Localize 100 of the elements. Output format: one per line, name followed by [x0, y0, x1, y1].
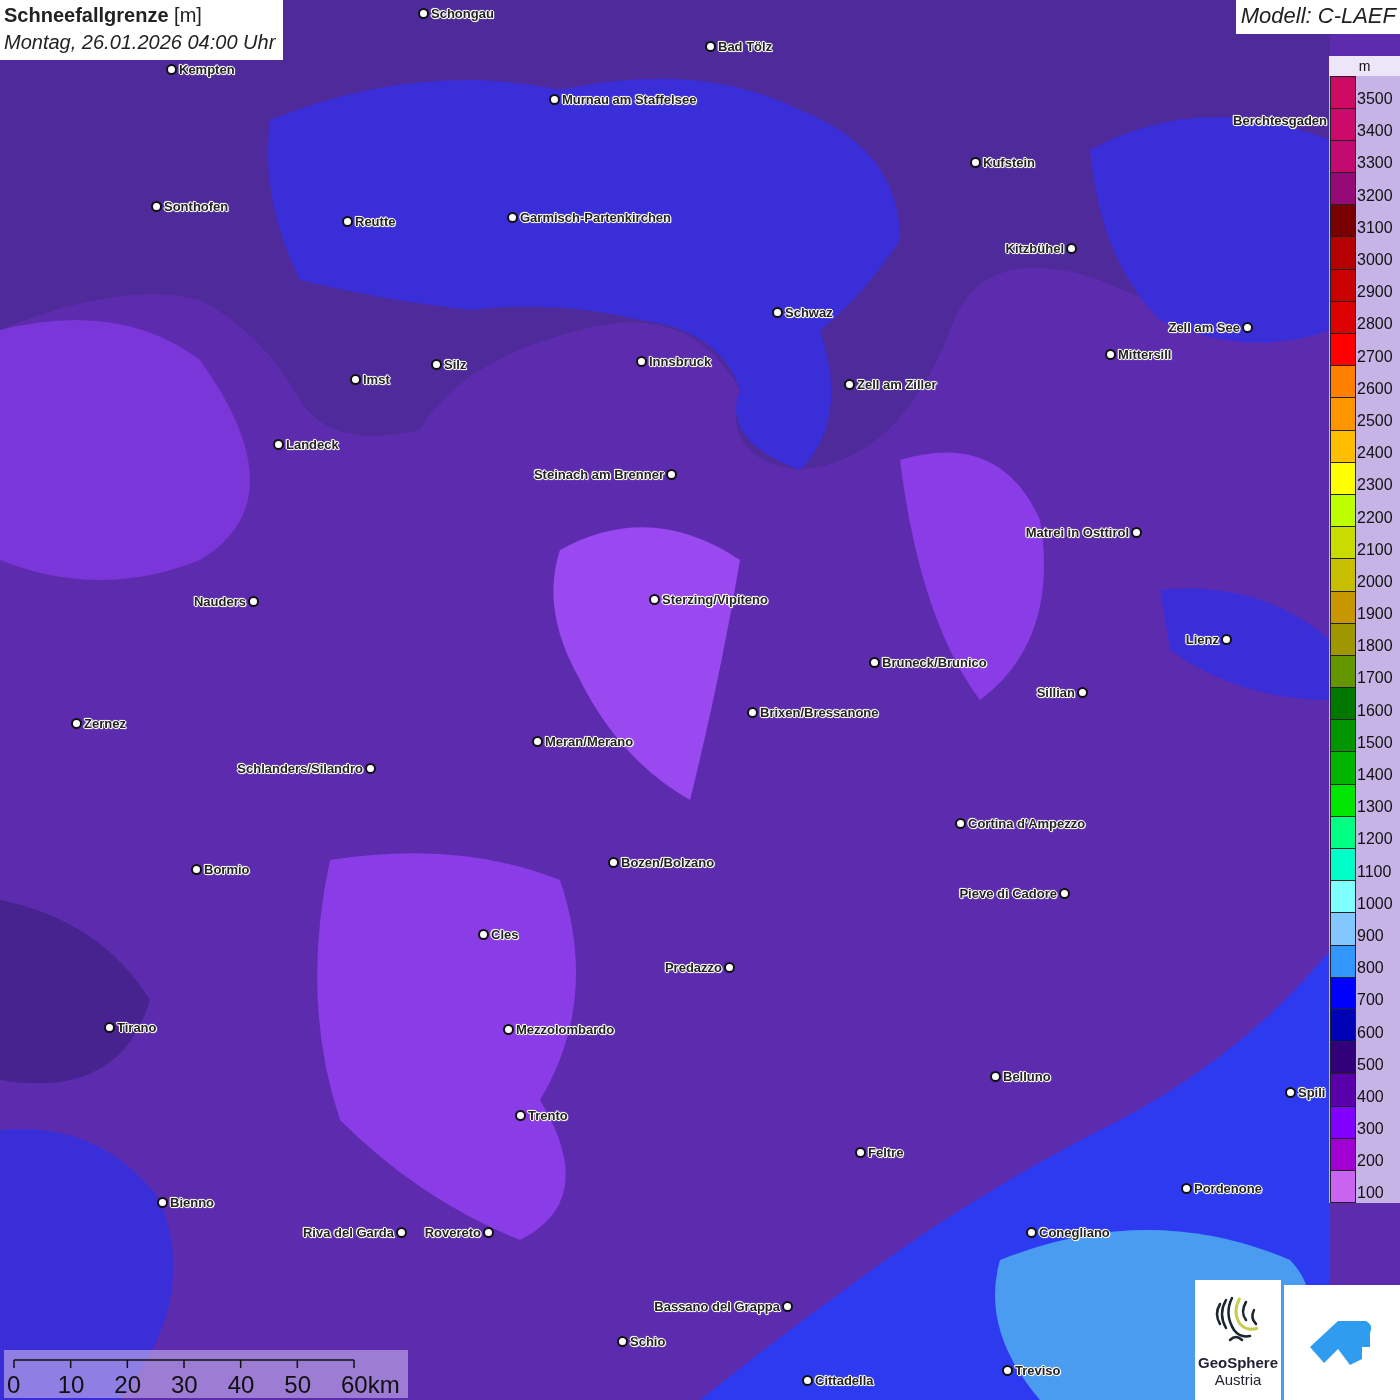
city-label: Sillian [1036, 684, 1075, 700]
city-marker [970, 156, 981, 168]
city-marker [365, 762, 376, 774]
legend-value: 1000 [1357, 894, 1393, 913]
map-title: Schneefallgrenze [m] [4, 3, 203, 28]
scale-label: 50 [284, 1372, 312, 1398]
city-label: Kufstein [983, 154, 1035, 170]
city-label: Zernez [84, 715, 126, 731]
city-marker [1181, 1182, 1192, 1194]
city-marker [1242, 321, 1253, 333]
legend-value: 400 [1357, 1087, 1384, 1106]
logo-subtitle: Austria [1214, 1371, 1262, 1388]
city-marker [1026, 1226, 1037, 1238]
city-marker [478, 928, 489, 940]
city-label: Belluno [1003, 1068, 1051, 1084]
legend-value: 800 [1357, 959, 1384, 978]
city-label: Conegliano [1039, 1224, 1110, 1240]
city-marker [157, 1196, 168, 1208]
legend-value: 3100 [1357, 218, 1393, 237]
city-label: Lienz [1185, 631, 1219, 647]
city-marker [151, 200, 162, 212]
legend-value: 1700 [1357, 669, 1393, 688]
model-label: Modell: C-LAEF [1240, 3, 1396, 28]
city-marker [431, 358, 442, 370]
legend-value: 500 [1357, 1055, 1384, 1074]
city-label: Imst [363, 371, 390, 387]
city-marker [802, 1374, 813, 1386]
city-label: Mittersill [1118, 346, 1172, 362]
city-marker [955, 817, 966, 829]
city-marker [350, 373, 361, 385]
city-marker [636, 355, 647, 367]
legend-value: 3500 [1357, 90, 1393, 109]
legend-value: 1200 [1357, 830, 1393, 849]
city-label: Treviso [1015, 1362, 1061, 1378]
city-label: Pieve di Cadore [959, 885, 1057, 901]
city-label: Bassano del Grappa [654, 1298, 780, 1314]
city-marker [617, 1335, 628, 1347]
city-marker [705, 40, 716, 52]
city-marker [507, 211, 518, 223]
city-label: Bormio [204, 861, 250, 877]
city-marker [782, 1300, 793, 1312]
city-label: Meran/Merano [545, 733, 634, 749]
legend-value: 2400 [1357, 444, 1393, 463]
city-label: Cittadella [815, 1372, 874, 1388]
scale-label: 60km [341, 1372, 400, 1398]
city-label: Sonthofen [164, 198, 229, 214]
city-marker [747, 706, 758, 718]
city-label: Silz [444, 356, 467, 372]
city-label: Bad Tölz [718, 38, 773, 54]
city-label: Kitzbühel [1005, 240, 1064, 256]
legend-value: 1100 [1357, 862, 1392, 881]
city-marker [1221, 633, 1232, 645]
city-label: Kempten [179, 61, 235, 77]
city-label: Bienno [170, 1194, 215, 1210]
legend-value: 900 [1357, 926, 1384, 945]
city-marker [166, 63, 177, 75]
city-marker [273, 438, 284, 450]
city-label: Zell am See [1168, 319, 1240, 335]
city-label: Sterzing/Vipiteno [662, 591, 768, 607]
city-label: Mezzolombardo [516, 1021, 615, 1037]
logo-name: GeoSphere [1198, 1354, 1278, 1371]
city-marker [483, 1226, 494, 1238]
city-label: Reutte [355, 213, 396, 229]
city-label: Pordenone [1194, 1180, 1262, 1196]
legend-value: 2800 [1357, 315, 1393, 334]
city-label: Garmisch-Partenkirchen [520, 209, 671, 225]
city-label: Matrei in Osttirol [1025, 524, 1129, 540]
legend-value: 2100 [1357, 540, 1393, 559]
city-marker [844, 378, 855, 390]
city-marker [990, 1070, 1001, 1082]
city-marker [724, 961, 735, 973]
city-label: Riva del Garda [302, 1224, 394, 1240]
city-label: Landeck [286, 436, 339, 452]
city-marker [515, 1109, 526, 1121]
city-label: Schio [630, 1333, 666, 1349]
legend-value: 2500 [1357, 411, 1393, 430]
city-label: Bruneck/Brunico [882, 654, 987, 670]
city-label: Steinach am Brenner [533, 466, 664, 482]
roof-logo-icon [1310, 1318, 1374, 1367]
legend-value: 1400 [1357, 766, 1393, 785]
city-label: Nauders [193, 593, 246, 609]
city-marker [503, 1023, 514, 1035]
legend-unit: m [1329, 56, 1400, 76]
city-marker [772, 306, 783, 318]
city-label: Cles [491, 926, 519, 942]
city-label: Trento [528, 1107, 568, 1123]
legend-value: 3400 [1357, 122, 1393, 141]
legend-value: 3000 [1357, 251, 1393, 270]
legend-value: 2600 [1357, 379, 1393, 398]
city-label: Innsbruck [649, 353, 712, 369]
city-label: Tirano [117, 1019, 157, 1035]
city-marker [1066, 242, 1077, 254]
city-marker [649, 593, 660, 605]
city-label: Zell am Ziller [857, 376, 937, 392]
city-label: Schwaz [785, 304, 833, 320]
scale-label: 20 [114, 1372, 142, 1398]
scale-label: 30 [171, 1372, 198, 1398]
city-label: Rovereto [424, 1224, 481, 1240]
city-marker [342, 215, 353, 227]
city-marker [1077, 686, 1088, 698]
